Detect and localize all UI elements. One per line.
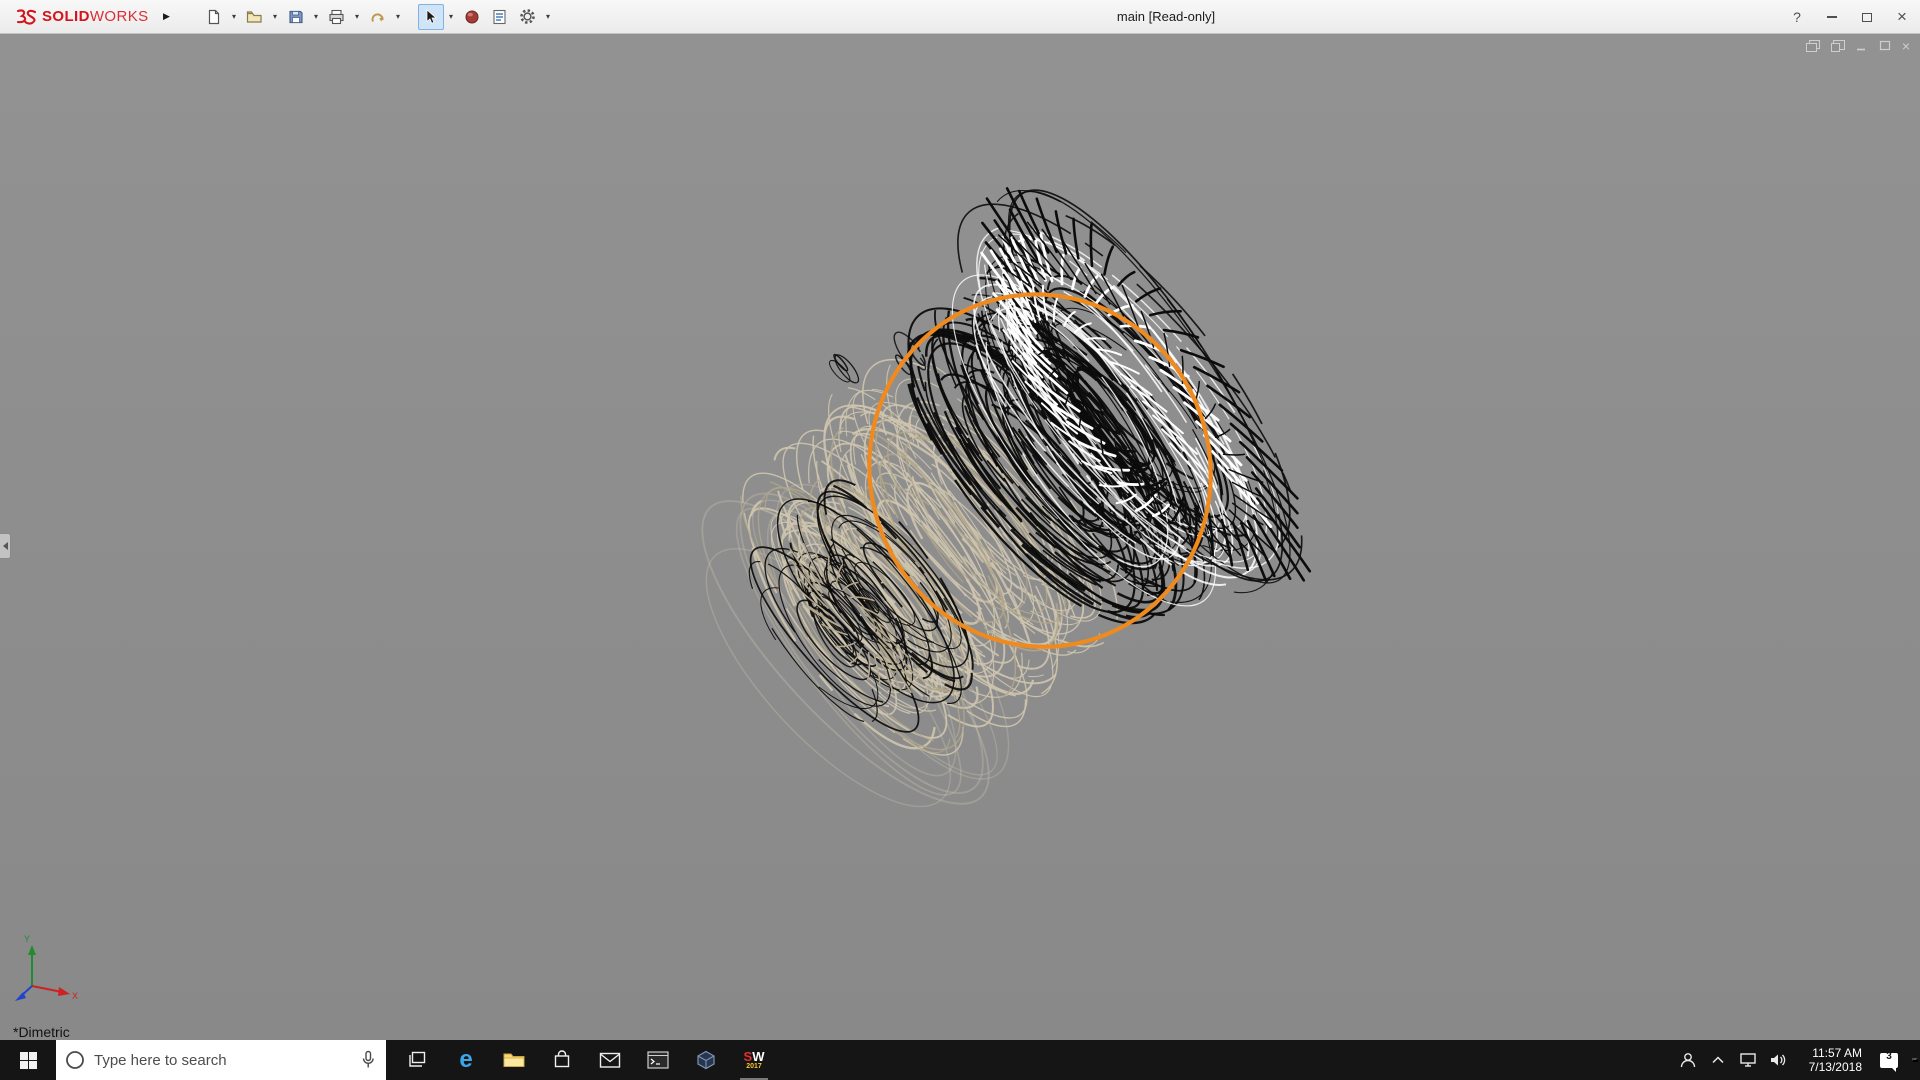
- titlebar: SOLIDWORKS ▶ ▾ ▾ ▾ ▾ ▾ ▾ ▾ main [Read-on…: [0, 0, 1920, 34]
- task-view-icon: [409, 1051, 426, 1067]
- minimize-button[interactable]: [1824, 9, 1840, 25]
- chevron-up-icon: [1712, 1056, 1724, 1064]
- new-document-icon: [208, 9, 219, 24]
- select-button[interactable]: [417, 3, 444, 30]
- brand-solid: SOLID: [42, 8, 90, 25]
- command-prompt-icon: [647, 1051, 669, 1069]
- mail-button[interactable]: [586, 1040, 634, 1080]
- 3d-app-icon: [697, 1050, 715, 1070]
- action-center-button[interactable]: 3: [1872, 1040, 1906, 1080]
- task-view-button[interactable]: [394, 1040, 442, 1080]
- restore-window-icon[interactable]: [1879, 40, 1891, 52]
- maximize-button[interactable]: [1859, 9, 1875, 25]
- new-document-button[interactable]: [201, 4, 227, 30]
- open-folder-icon: [246, 10, 262, 23]
- brand-text: SOLIDWORKS: [42, 8, 149, 25]
- orientation-triad: Y X: [15, 934, 78, 1001]
- solidworks-logo: SOLIDWORKS: [0, 7, 149, 27]
- volume-button[interactable]: [1766, 1040, 1790, 1080]
- windows-taskbar: e: [0, 1040, 1920, 1080]
- print-icon: [329, 9, 344, 24]
- taskbar-apps: e SW 2017: [394, 1040, 778, 1080]
- minimize-icon: [1827, 16, 1837, 18]
- microphone-icon[interactable]: [360, 1050, 376, 1070]
- search-input[interactable]: [94, 1051, 352, 1069]
- file-explorer-icon: [503, 1053, 525, 1067]
- sw-icon-w: W: [752, 1048, 765, 1064]
- cortana-icon: [66, 1051, 84, 1069]
- print-caret-icon[interactable]: ▾: [352, 4, 363, 30]
- appearance-sphere-icon: [465, 10, 479, 23]
- edge-icon: e: [459, 1046, 473, 1073]
- close-button[interactable]: ×: [1894, 8, 1910, 25]
- document-window-controls: ×: [1805, 39, 1910, 53]
- triad-y-label: Y: [24, 934, 30, 944]
- new-document-caret-icon[interactable]: ▾: [229, 4, 240, 30]
- triad-x-label: X: [72, 991, 78, 1001]
- notification-badge: 3: [1886, 1051, 1892, 1062]
- tile-window-icon[interactable]: [1805, 40, 1820, 52]
- window-controls: ? ×: [1789, 0, 1910, 34]
- view-orientation-label: *Dimetric: [13, 1024, 70, 1040]
- panel-collapse-tab[interactable]: [0, 533, 11, 559]
- network-button[interactable]: [1736, 1040, 1760, 1080]
- cascade-window-icon[interactable]: [1830, 40, 1845, 52]
- brand-works: WORKS: [89, 8, 149, 25]
- dassault-ds-icon: [16, 8, 37, 25]
- document-title: main [Read-only]: [1116, 9, 1216, 24]
- select-caret-icon[interactable]: ▾: [446, 4, 457, 30]
- toolbar-flyout-button[interactable]: ▶: [159, 6, 175, 28]
- options-caret-icon[interactable]: ▾: [543, 4, 554, 30]
- solidworks-taskbar-button[interactable]: SW 2017: [730, 1040, 778, 1080]
- open-caret-icon[interactable]: ▾: [270, 4, 281, 30]
- speaker-icon: [1771, 1054, 1786, 1066]
- clock-date: 7/13/2018: [1808, 1060, 1862, 1074]
- windows-logo-icon: [19, 1051, 37, 1069]
- sw-icon-year: 2017: [746, 1062, 762, 1070]
- appearance-button[interactable]: [459, 4, 485, 30]
- edge-button[interactable]: e: [442, 1040, 490, 1080]
- mail-icon: [599, 1052, 621, 1068]
- people-button[interactable]: [1676, 1040, 1700, 1080]
- save-button[interactable]: [283, 4, 309, 30]
- quick-access-toolbar: ▾ ▾ ▾ ▾ ▾ ▾ ▾: [201, 3, 554, 30]
- options-gear-icon: [520, 9, 535, 24]
- 3d-viewer-button[interactable]: [682, 1040, 730, 1080]
- store-icon: [554, 1050, 570, 1068]
- document-properties-icon: [493, 9, 506, 24]
- file-explorer-button[interactable]: [490, 1040, 538, 1080]
- store-button[interactable]: [538, 1040, 586, 1080]
- minimize-window-icon[interactable]: [1856, 40, 1868, 52]
- solidworks-window: SOLIDWORKS ▶ ▾ ▾ ▾ ▾ ▾ ▾ ▾ main [Read-on…: [0, 0, 1920, 1080]
- undo-icon: [371, 12, 384, 22]
- sw-icon-s: S: [743, 1048, 753, 1064]
- close-window-icon[interactable]: ×: [1902, 39, 1910, 53]
- open-button[interactable]: [242, 4, 268, 30]
- print-button[interactable]: [324, 4, 350, 30]
- tray-overflow-button[interactable]: [1706, 1040, 1730, 1080]
- show-desktop-button[interactable]: [1912, 1058, 1918, 1062]
- undo-button[interactable]: [365, 4, 391, 30]
- maximize-icon: [1862, 12, 1872, 22]
- clock[interactable]: 11:57 AM 7/13/2018: [1796, 1046, 1866, 1074]
- save-floppy-icon: [288, 10, 303, 23]
- options-button[interactable]: [515, 4, 541, 30]
- graphics-viewport[interactable]: × Y X *Dimetric: [0, 35, 1920, 1040]
- engine-wireframe: [701, 187, 1312, 808]
- save-caret-icon[interactable]: ▾: [311, 4, 322, 30]
- taskbar-search: [56, 1040, 386, 1080]
- system-tray: 11:57 AM 7/13/2018 3: [1676, 1040, 1920, 1080]
- network-icon: [1740, 1053, 1756, 1067]
- clock-time: 11:57 AM: [1812, 1046, 1862, 1060]
- document-properties-button[interactable]: [487, 4, 513, 30]
- people-icon: [1680, 1053, 1696, 1068]
- undo-caret-icon[interactable]: ▾: [393, 4, 404, 30]
- start-button[interactable]: [0, 1040, 56, 1080]
- help-button[interactable]: ?: [1789, 9, 1805, 25]
- select-cursor-icon: [426, 8, 437, 24]
- command-prompt-button[interactable]: [634, 1040, 682, 1080]
- solidworks-app-icon: SW 2017: [740, 1046, 768, 1074]
